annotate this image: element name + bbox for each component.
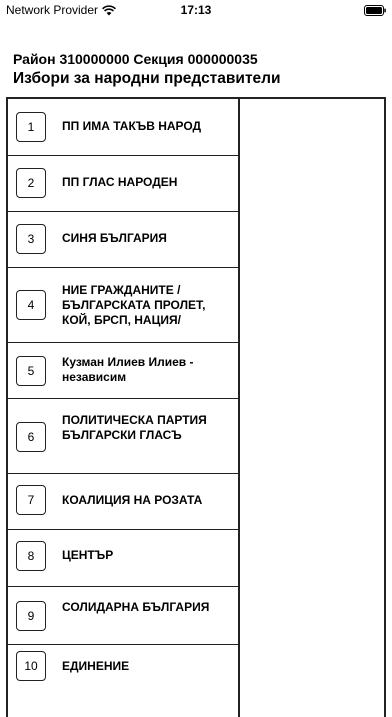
party-list: 1 ПП ИМА ТАКЪВ НАРОД 2 ПП ГЛАС НАРОДЕН 3… — [8, 99, 240, 717]
party-number: 1 — [16, 112, 46, 142]
party-number: 4 — [16, 290, 46, 320]
party-name: НИЕ ГРАЖДАНИТЕ / БЪЛГАРСКАТА ПРОЛЕТ, КОЙ… — [62, 283, 206, 327]
party-number: 3 — [16, 224, 46, 254]
section-info: Район 310000000 Секция 000000035 — [13, 51, 258, 67]
battery-icon — [364, 5, 386, 16]
party-name: ПОЛИТИЧЕСКА ПАРТИЯ БЪЛГАРСКИ ГЛАСЪ — [62, 413, 207, 442]
party-name: Кузман Илиев Илиев - независим — [62, 355, 194, 384]
party-row[interactable]: 10 ЕДИНЕНИЕ — [8, 645, 238, 701]
party-row[interactable]: 6 ПОЛИТИЧЕСКА ПАРТИЯ БЪЛГАРСКИ ГЛАСЪ — [8, 399, 238, 474]
party-number: 10 — [16, 651, 46, 681]
party-name: КОАЛИЦИЯ НА РОЗАТА — [62, 493, 203, 507]
preference-column — [240, 99, 384, 717]
party-number: 6 — [16, 422, 46, 452]
party-row[interactable]: 5 Кузман Илиев Илиев - независим — [8, 343, 238, 399]
party-number: 5 — [16, 356, 46, 386]
party-name: СОЛИДАРНА БЪЛГАРИЯ — [62, 600, 210, 614]
party-number: 2 — [16, 168, 46, 198]
ballot-table: 1 ПП ИМА ТАКЪВ НАРОД 2 ПП ГЛАС НАРОДЕН 3… — [6, 97, 386, 717]
party-row[interactable]: 9 СОЛИДАРНА БЪЛГАРИЯ — [8, 587, 238, 645]
party-number: 9 — [16, 601, 46, 631]
party-row[interactable]: 8 ЦЕНТЪР — [8, 530, 238, 587]
party-number: 8 — [16, 541, 46, 571]
party-name: ПП ИМА ТАКЪВ НАРОД — [62, 119, 202, 133]
party-row[interactable]: 4 НИЕ ГРАЖДАНИТЕ / БЪЛГАРСКАТА ПРОЛЕТ, К… — [8, 268, 238, 343]
party-name: ЦЕНТЪР — [62, 548, 114, 562]
party-number: 7 — [16, 485, 46, 515]
status-bar: Network Provider 17:13 — [0, 0, 392, 22]
party-name: СИНЯ БЪЛГАРИЯ — [62, 231, 167, 245]
party-name: ЕДИНЕНИЕ — [62, 659, 130, 673]
party-row[interactable]: 1 ПП ИМА ТАКЪВ НАРОД — [8, 99, 238, 156]
party-name: ПП ГЛАС НАРОДЕН — [62, 175, 178, 189]
election-title: Избори за народни представители — [13, 70, 281, 87]
party-row[interactable]: 2 ПП ГЛАС НАРОДЕН — [8, 156, 238, 212]
party-row[interactable]: 3 СИНЯ БЪЛГАРИЯ — [8, 212, 238, 268]
ballot-header: Район 310000000 Секция 000000035 Избори … — [13, 50, 383, 88]
status-time: 17:13 — [180, 3, 212, 17]
party-row[interactable]: 7 КОАЛИЦИЯ НА РОЗАТА — [8, 474, 238, 530]
